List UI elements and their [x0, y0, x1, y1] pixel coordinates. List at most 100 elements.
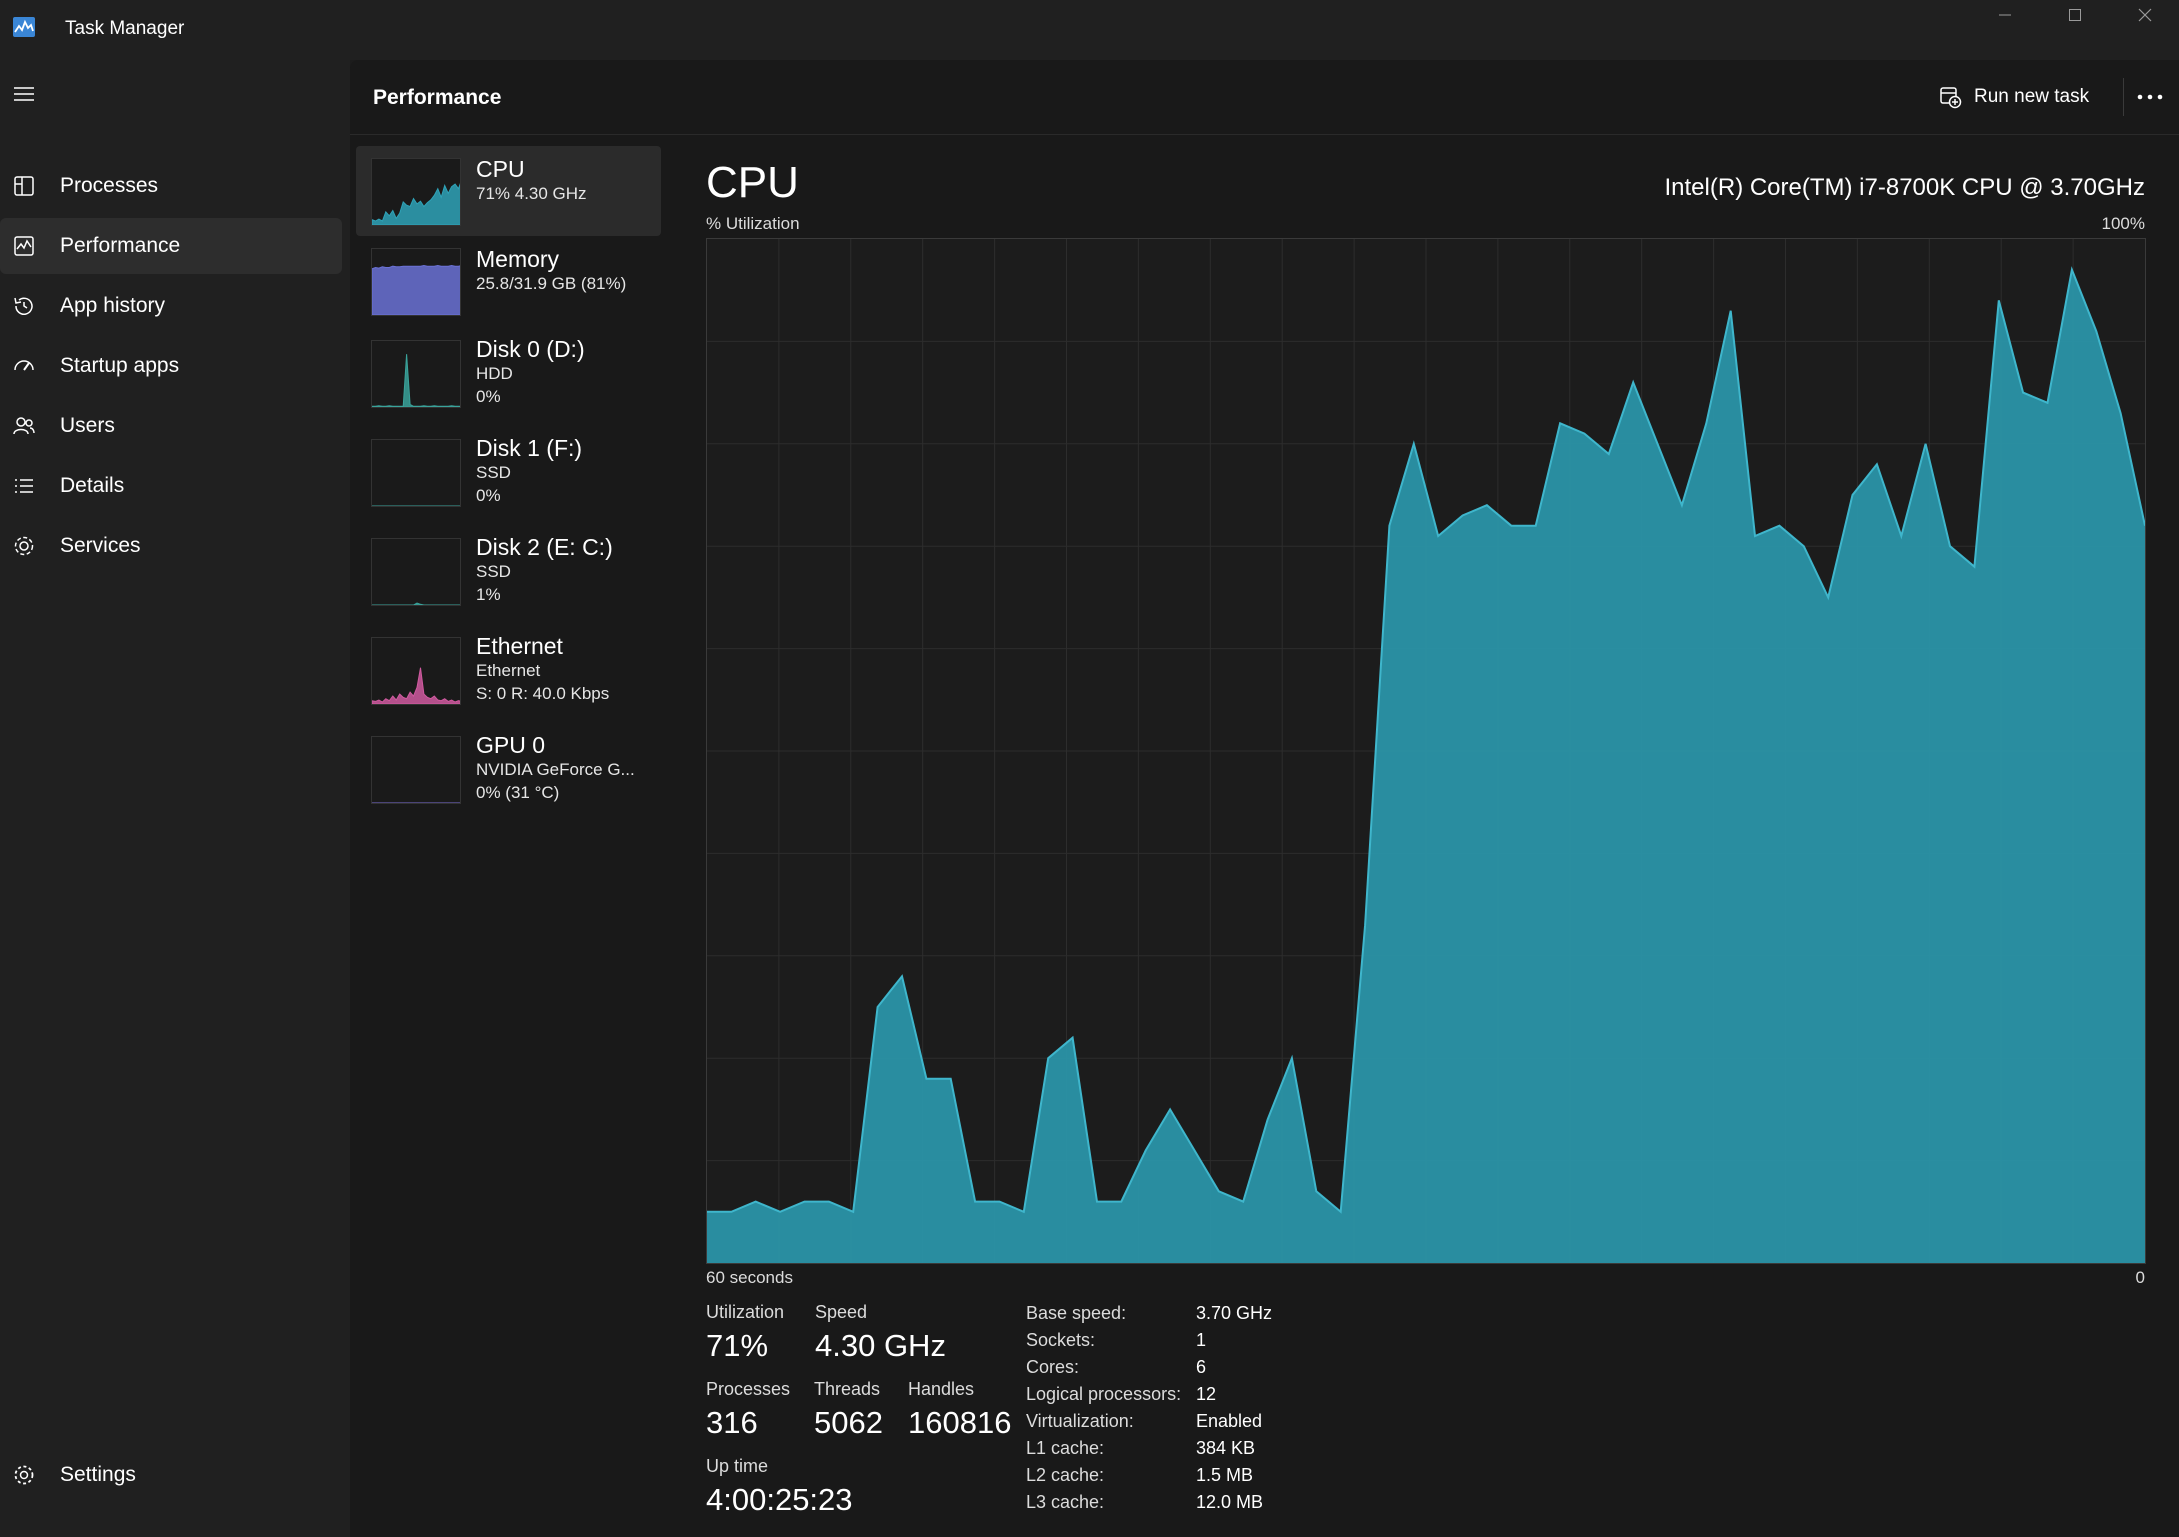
more-options-button[interactable] [2130, 82, 2170, 112]
sidebar-item-label: Performance [60, 234, 181, 257]
sidebar-item-settings[interactable]: Settings [0, 1447, 342, 1503]
sidebar-item-label: Services [60, 534, 141, 557]
resource-item-gpu-0[interactable]: GPU 0 NVIDIA GeForce G... 0% (31 °C) [356, 722, 661, 821]
page-header: Performance Run new task [350, 60, 2179, 135]
sidebar-item-label: Users [60, 414, 115, 437]
resource-item-disk-0-d[interactable]: Disk 0 (D:) HDD 0% [356, 326, 661, 425]
maximize-button[interactable] [2040, 0, 2110, 30]
sockets-value: 1 [1196, 1330, 1207, 1350]
thumbnail-area [372, 182, 460, 225]
resource-detail: 0% (31 °C) [476, 783, 560, 802]
resource-item-cpu[interactable]: CPU 71% 4.30 GHz [356, 146, 661, 236]
cores-value: 6 [1196, 1357, 1207, 1377]
sidebar-item-app-history[interactable]: App history [0, 278, 342, 334]
sidebar: Processes Performance App history Startu… [0, 60, 350, 1537]
sidebar-item-label: Processes [60, 174, 159, 197]
virtualization-key: Virtualization: [1026, 1411, 1134, 1431]
sidebar-item-services[interactable]: Services [0, 518, 342, 574]
time-axis-label: 60 seconds [706, 1268, 793, 1287]
run-new-task-label: Run new task [1974, 86, 2090, 107]
performance-icon [14, 236, 34, 256]
cpu-utilization-graph [706, 238, 2146, 1264]
l1-cache-value: 384 KB [1196, 1438, 1256, 1458]
resource-detail: NVIDIA GeForce G... [476, 760, 635, 779]
handles-value: 160816 [908, 1405, 1012, 1440]
resource-detail: HDD [476, 364, 513, 383]
hamburger-menu-icon[interactable] [12, 84, 36, 104]
speed-label: Speed [815, 1302, 868, 1322]
main-panel: Performance Run new task CPU 71% 4.30 GHz… [350, 60, 2179, 1537]
resource-name: Memory [476, 246, 560, 272]
resource-detail: S: 0 R: 40.0 Kbps [476, 684, 610, 703]
uptime-value: 4:00:25:23 [706, 1482, 853, 1517]
base-speed-value: 3.70 GHz [1196, 1303, 1273, 1323]
virtualization-value: Enabled [1196, 1411, 1263, 1431]
processes-icon [14, 176, 34, 196]
minimize-icon [1999, 14, 2011, 16]
resource-item-disk-1-f[interactable]: Disk 1 (F:) SSD 0% [356, 425, 661, 524]
run-new-task-button[interactable]: Run new task [1938, 80, 2089, 114]
logical-processors-value: 12 [1196, 1384, 1217, 1404]
thumbnail-svg [372, 667, 460, 704]
resource-name: Disk 2 (E: C:) [476, 534, 613, 560]
window-title: Task Manager [65, 18, 185, 39]
task-manager-icon [13, 17, 35, 37]
thumbnail-svg [372, 182, 460, 225]
sidebar-item-users[interactable]: Users [0, 398, 342, 454]
header-divider [2123, 78, 2124, 116]
resource-detail: SSD [476, 562, 511, 581]
sidebar-item-label: Startup apps [60, 354, 180, 377]
thumbnail-svg [372, 354, 460, 407]
resource-thumbnail-graph [371, 736, 461, 804]
thumbnail-svg [372, 505, 460, 506]
close-icon [2138, 8, 2152, 22]
title-bar: Task Manager [0, 0, 2179, 60]
sidebar-item-details[interactable]: Details [0, 458, 342, 514]
handles-label: Handles [908, 1379, 975, 1399]
speed-value: 4.30 GHz [815, 1328, 946, 1363]
services-icon [14, 536, 34, 556]
l2-cache-value: 1.5 MB [1196, 1465, 1254, 1485]
processes-value: 316 [706, 1405, 758, 1440]
thumbnail-area [372, 667, 460, 704]
resource-thumbnail-graph [371, 158, 461, 226]
utilization-axis-label: % Utilization [706, 214, 800, 233]
thumbnail-svg [372, 264, 460, 315]
gear-icon [14, 1465, 34, 1485]
resource-item-memory[interactable]: Memory 25.8/31.9 GB (81%) [356, 236, 661, 326]
utilization-label: Utilization [706, 1302, 785, 1322]
resource-name: Ethernet [476, 633, 563, 659]
resource-name: GPU 0 [476, 732, 546, 758]
details-icon [15, 479, 33, 493]
sidebar-item-performance[interactable]: Performance [0, 218, 342, 274]
close-button[interactable] [2110, 0, 2179, 30]
base-speed-key: Base speed: [1026, 1303, 1127, 1323]
resource-item-ethernet[interactable]: Ethernet Ethernet S: 0 R: 40.0 Kbps [356, 623, 661, 722]
resource-thumbnail-graph [371, 439, 461, 507]
resource-detail: SSD [476, 463, 511, 482]
resource-detail: Ethernet [476, 661, 541, 680]
l3-cache-value: 12.0 MB [1196, 1492, 1264, 1512]
resource-detail: 25.8/31.9 GB (81%) [476, 274, 627, 293]
resource-detail: 1% [476, 585, 501, 604]
resource-detail: 0% [476, 486, 501, 505]
utilization-max-label: 100% [2101, 214, 2145, 233]
uptime-label: Up time [706, 1456, 769, 1476]
resource-detail: 0% [476, 387, 501, 406]
sidebar-item-startup-apps[interactable]: Startup apps [0, 338, 342, 394]
sidebar-item-label: Details [60, 474, 125, 497]
resource-thumbnail-graph [371, 248, 461, 316]
time-axis-zero: 0 [2135, 1268, 2145, 1287]
sidebar-item-processes[interactable]: Processes [0, 158, 342, 214]
l3-cache-key: L3 cache: [1026, 1492, 1105, 1512]
minimize-button[interactable] [1970, 0, 2040, 30]
resource-thumbnail-graph [371, 637, 461, 705]
cpu-title: CPU [706, 158, 799, 207]
more-icon [2137, 94, 2163, 100]
resource-item-disk-2-e-c[interactable]: Disk 2 (E: C:) SSD 1% [356, 524, 661, 623]
cpu-model: Intel(R) Core(TM) i7-8700K CPU @ 3.70GHz [1664, 174, 2146, 201]
thumbnail-svg [372, 602, 460, 605]
threads-value: 5062 [814, 1405, 883, 1440]
sockets-key: Sockets: [1026, 1330, 1096, 1350]
thumbnail-svg [372, 802, 460, 803]
